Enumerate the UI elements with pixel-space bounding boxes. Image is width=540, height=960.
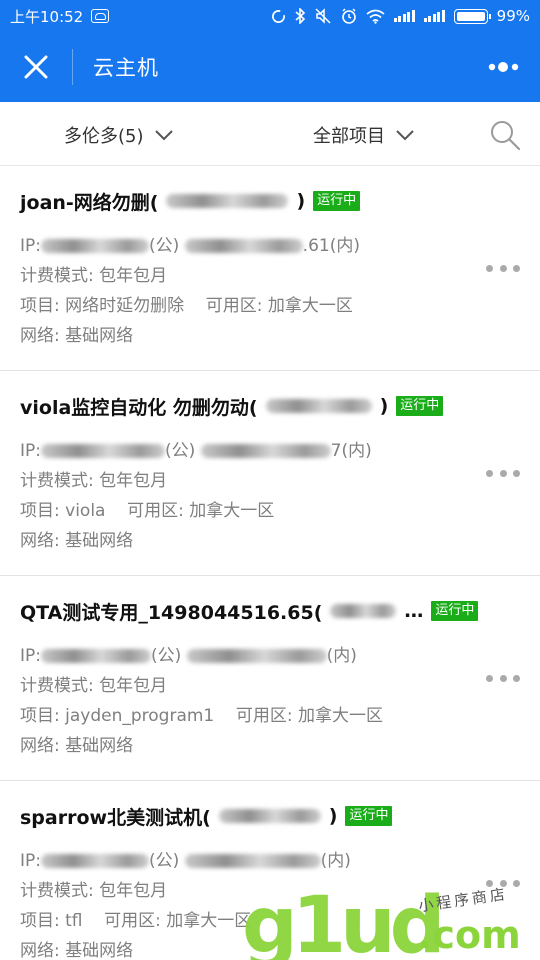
ip-label: IP: — [20, 441, 41, 461]
redacted-text — [41, 649, 151, 663]
redacted-text — [330, 604, 397, 618]
status-time: 上午10:52 — [10, 7, 84, 26]
zone-label: 可用区: 加拿大一区 — [235, 706, 384, 726]
redacted-text — [218, 809, 321, 823]
list-item[interactable]: QTA测试专用_1498044516.65( … 运行中 IP: (公) (内) 计… — [0, 576, 540, 781]
ip-label: IP: — [20, 851, 41, 871]
project-label: 项目: jayden_program1 — [20, 706, 215, 726]
item-more-button[interactable] — [486, 256, 520, 280]
instance-title: joan-网络勿删() 运行中 — [20, 186, 520, 216]
billing-mode: 计费模式: 包年包月 — [20, 266, 168, 286]
ip-label: IP: — [20, 646, 41, 666]
private-ip-tail: 7(内) — [330, 441, 372, 461]
instance-name-suffix: … — [404, 600, 424, 622]
ip-label: IP: — [20, 236, 41, 256]
redacted-text — [186, 649, 327, 663]
project-filter[interactable]: 全部项目 — [313, 122, 415, 148]
public-ip-tag: (公) — [151, 646, 182, 666]
redacted-text — [184, 239, 303, 253]
region-filter-label: 多伦多(5) — [64, 126, 144, 147]
filter-bar: 多伦多(5) 全部项目 — [0, 102, 540, 166]
battery-level: 99% — [496, 7, 530, 25]
chevron-down-icon — [396, 130, 414, 141]
instance-details: IP: (公) (内) 计费模式: 包年包月 项目: jayden_program… — [20, 641, 520, 761]
redacted-text — [200, 444, 331, 458]
mute-icon — [315, 8, 331, 24]
network-label: 网络: 基础网络 — [20, 326, 134, 346]
instance-details: IP: (公) 7(内) 计费模式: 包年包月 项目: viola 可用区: 加拿… — [20, 436, 520, 556]
instance-name-suffix: ) — [379, 395, 389, 417]
instance-name-suffix: ) — [296, 190, 306, 212]
instance-details: IP: (公) .61(内) 计费模式: 包年包月 项目: 网络时延勿删除 可用区… — [20, 231, 520, 351]
cloud-badge-icon — [91, 9, 110, 23]
billing-mode: 计费模式: 包年包月 — [20, 676, 168, 696]
app-header: 云主机 — [0, 32, 540, 102]
wifi-icon — [366, 9, 385, 24]
instance-title: QTA测试专用_1498044516.65( … 运行中 — [20, 596, 520, 626]
item-more-button[interactable] — [486, 461, 520, 485]
public-ip-tag: (公) — [149, 236, 180, 256]
list-item[interactable]: sparrow北美测试机() 运行中 IP: (公) (内) 计费模式: 包年包月… — [0, 781, 540, 960]
redacted-text — [41, 854, 149, 868]
header-divider — [72, 49, 73, 85]
instance-name: sparrow北美测试机( — [20, 806, 211, 829]
instance-name: joan-网络勿删( — [20, 191, 159, 214]
status-bar: 上午10:52 99% — [0, 0, 540, 32]
instance-details: IP: (公) (内) 计费模式: 包年包月 项目: tfl 可用区: 加拿大一区… — [20, 846, 520, 960]
redacted-text — [41, 444, 165, 458]
list-item[interactable]: viola监控自动化 勿删勿动() 运行中 IP: (公) 7(内) 计费模式: … — [0, 371, 540, 576]
zone-label: 可用区: 加拿大一区 — [127, 501, 275, 521]
public-ip-tag: (公) — [149, 851, 180, 871]
status-badge: 运行中 — [431, 601, 479, 621]
instance-name: QTA测试专用_1498044516.65( — [20, 601, 323, 624]
network-label: 网络: 基础网络 — [20, 736, 134, 756]
private-ip-tail: .61(内) — [302, 236, 360, 256]
project-label: 项目: tfl — [20, 911, 83, 931]
close-icon — [24, 55, 48, 79]
public-ip-tag: (公) — [165, 441, 196, 461]
sync-icon — [271, 9, 285, 23]
instance-title: sparrow北美测试机() 运行中 — [20, 801, 520, 831]
instance-title: viola监控自动化 勿删勿动() 运行中 — [20, 391, 520, 421]
more-button[interactable] — [468, 32, 540, 102]
signal-icon — [423, 10, 445, 22]
status-badge: 运行中 — [345, 806, 393, 826]
battery-icon — [453, 8, 491, 24]
billing-mode: 计费模式: 包年包月 — [20, 471, 168, 491]
instance-name: viola监控自动化 勿删勿动( — [20, 396, 258, 419]
search-button[interactable] — [488, 118, 522, 152]
redacted-text — [184, 854, 321, 868]
project-label: 项目: viola — [20, 501, 106, 521]
project-filter-label: 全部项目 — [313, 126, 385, 147]
close-button[interactable] — [0, 32, 72, 102]
redacted-text — [265, 399, 372, 413]
item-more-button[interactable] — [486, 871, 520, 895]
page-title: 云主机 — [93, 56, 159, 80]
instance-name-suffix: ) — [328, 805, 338, 827]
more-dots-icon — [488, 62, 519, 72]
bluetooth-icon — [295, 8, 305, 24]
status-badge: 运行中 — [396, 396, 444, 416]
item-more-button[interactable] — [486, 666, 520, 690]
network-label: 网络: 基础网络 — [20, 531, 134, 551]
private-ip-tail: (内) — [320, 851, 351, 871]
zone-label: 可用区: 加拿大一区 — [205, 296, 353, 316]
billing-mode: 计费模式: 包年包月 — [20, 881, 168, 901]
network-label: 网络: 基础网络 — [20, 941, 134, 960]
status-badge: 运行中 — [313, 191, 361, 211]
private-ip-tail: (内) — [326, 646, 357, 666]
list-item[interactable]: joan-网络勿删() 运行中 IP: (公) .61(内) 计费模式: 包年包月… — [0, 166, 540, 371]
search-icon — [491, 121, 521, 151]
signal-icon — [393, 10, 415, 22]
instance-list: joan-网络勿删() 运行中 IP: (公) .61(内) 计费模式: 包年包月… — [0, 166, 540, 960]
alarm-icon — [341, 8, 356, 24]
project-label: 项目: 网络时延勿删除 — [20, 296, 185, 316]
region-filter[interactable]: 多伦多(5) — [64, 122, 174, 148]
redacted-text — [41, 239, 149, 253]
redacted-text — [166, 194, 289, 208]
chevron-down-icon — [154, 130, 173, 141]
zone-label: 可用区: 加拿大一区 — [104, 911, 252, 931]
